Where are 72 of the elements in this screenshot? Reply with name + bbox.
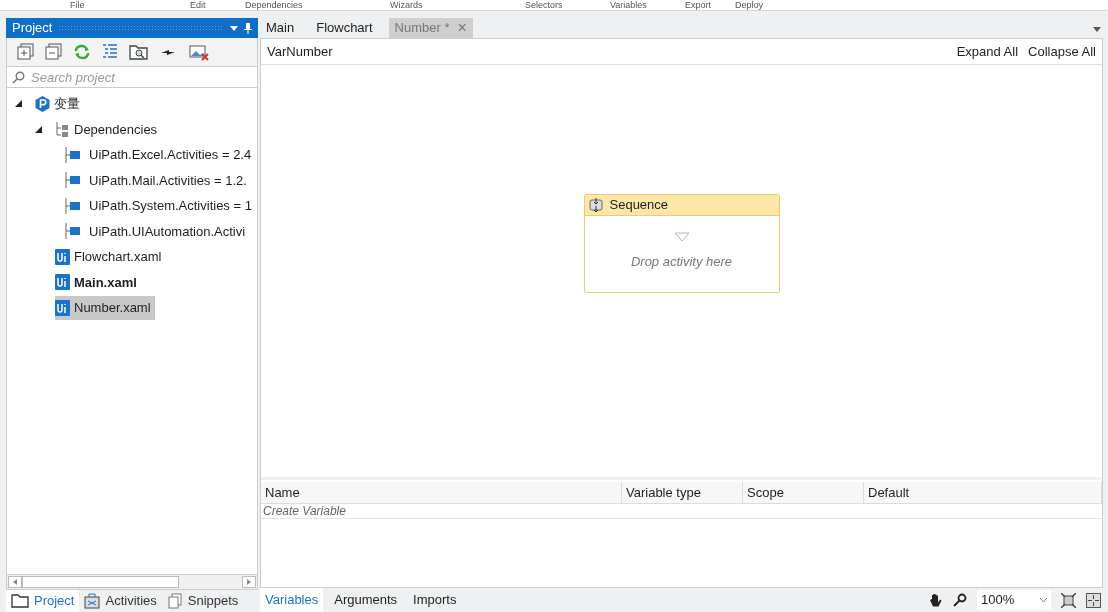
- dropdown-icon[interactable]: [230, 25, 238, 31]
- sequence-activity[interactable]: Sequence Drop activity here: [583, 194, 780, 293]
- tree-item[interactable]: Number.xaml: [55, 295, 155, 320]
- tree-item[interactable]: UiPath.Mail.Activities = 1.2.: [65, 168, 251, 193]
- collapse-all-link[interactable]: Collapse All: [1028, 41, 1096, 62]
- search-field[interactable]: Search project: [6, 66, 258, 88]
- tree-item[interactable]: UiPath.UIAutomation.Activi: [65, 219, 250, 244]
- fit-screen-icon[interactable]: [1061, 592, 1076, 608]
- designer-tab[interactable]: Arguments: [329, 588, 403, 612]
- panel-tab[interactable]: Project: [6, 590, 80, 612]
- ribbon-group-label: Wizards: [390, 0, 423, 10]
- tree-item[interactable]: UiPath.Excel.Activities = 2.4: [65, 142, 256, 167]
- ribbon-group-label: Selectors: [525, 0, 563, 10]
- hand-icon[interactable]: [927, 592, 943, 608]
- activity-title: Sequence: [609, 196, 669, 215]
- tree-item[interactable]: Flowchart.xaml: [55, 244, 166, 269]
- ribbon-group-label: File: [70, 0, 85, 10]
- zoom-icon[interactable]: [953, 593, 967, 607]
- folder-icon: [11, 594, 29, 608]
- ribbon-group-label: Dependencies: [245, 0, 303, 10]
- scroll-left-button[interactable]: [8, 576, 22, 588]
- ribbon-group-label: Deploy: [735, 0, 763, 10]
- refresh-icon[interactable]: [73, 43, 91, 61]
- list-icon[interactable]: [101, 43, 119, 61]
- tree-item[interactable]: UiPath.System.Activities = 1: [65, 193, 256, 218]
- create-variable-row[interactable]: Create Variable: [263, 504, 1100, 519]
- expand-all-link[interactable]: Expand All: [956, 41, 1019, 62]
- tree-item[interactable]: Main.xaml: [55, 270, 141, 295]
- document-tab[interactable]: Main: [260, 18, 301, 38]
- column-header[interactable]: Variable type: [622, 482, 743, 503]
- collapse-all-icon[interactable]: [45, 43, 63, 61]
- expand-all-icon[interactable]: [17, 43, 35, 61]
- designer-tab[interactable]: Variables: [260, 588, 324, 612]
- remove-image-icon[interactable]: [189, 43, 209, 61]
- tree-item[interactable]: Dependencies: [55, 117, 162, 142]
- ribbon-group-label: Export: [685, 0, 711, 10]
- workflow-file-icon: [55, 299, 70, 316]
- drop-triangle-icon: [673, 232, 690, 242]
- project-icon: [35, 95, 50, 112]
- document-tab[interactable]: Flowchart: [310, 18, 379, 38]
- drop-hint: Drop activity here: [630, 253, 733, 271]
- left-arrow-icon: [13, 579, 17, 585]
- breadcrumb[interactable]: VarNumber: [267, 41, 333, 62]
- panel-title: Project: [12, 19, 53, 38]
- search-icon: [12, 71, 25, 84]
- folder-search-icon[interactable]: [129, 43, 149, 61]
- ribbon-group-label: Variables: [610, 0, 647, 10]
- documents-icon: [166, 593, 183, 609]
- caret-icon: [1040, 598, 1047, 602]
- tree-item[interactable]: 变量: [35, 91, 84, 116]
- column-header[interactable]: Name: [261, 482, 622, 503]
- toolbox-icon: [84, 593, 101, 609]
- column-header[interactable]: Default: [864, 482, 1102, 503]
- scroll-right-button[interactable]: [242, 576, 256, 588]
- expanded-arrow-icon[interactable]: [35, 125, 42, 133]
- scrollbar-thumb[interactable]: [22, 576, 179, 588]
- panel-tab[interactable]: Snippets: [161, 590, 244, 612]
- expanded-arrow-icon[interactable]: [15, 100, 22, 108]
- pin-icon[interactable]: [244, 22, 252, 34]
- workflow-file-icon: [55, 274, 70, 291]
- sequence-icon: [587, 197, 604, 213]
- column-header[interactable]: Scope: [743, 482, 864, 503]
- horizontal-scrollbar[interactable]: [6, 574, 258, 590]
- tab-list-icon[interactable]: [1093, 27, 1101, 32]
- right-arrow-icon: [247, 579, 251, 585]
- reset-zoom-icon[interactable]: [1086, 592, 1101, 608]
- designer-tab[interactable]: Imports: [408, 588, 462, 612]
- dependencies-icon: [55, 121, 70, 137]
- panel-tab[interactable]: Activities: [79, 590, 162, 612]
- ribbon-group-label: Edit: [190, 0, 206, 10]
- zoom-dropdown[interactable]: 100%: [977, 590, 1051, 610]
- workflow-file-icon: [55, 248, 70, 265]
